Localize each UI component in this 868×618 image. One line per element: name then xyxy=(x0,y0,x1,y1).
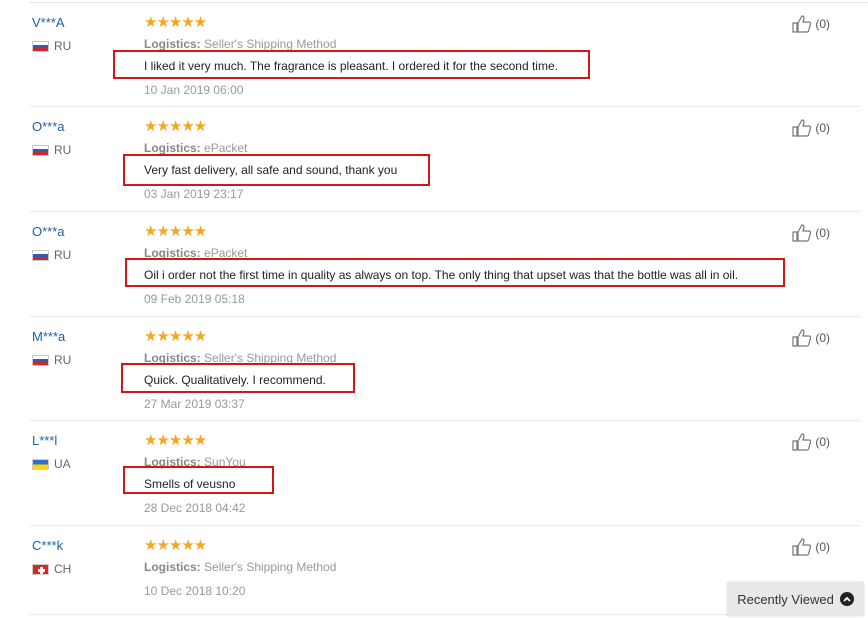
rating-stars: ★★★★★ xyxy=(144,328,207,345)
thumbs-up-icon xyxy=(792,119,812,137)
reviewer-name[interactable]: C***k xyxy=(32,538,63,553)
thumbs-up-icon xyxy=(792,15,812,33)
country-code: RU xyxy=(54,353,72,367)
reviewer-country: RU xyxy=(32,248,71,262)
helpful-count: (0) xyxy=(815,331,830,345)
logistics-label: Logistics: xyxy=(144,560,201,574)
ru-flag-icon xyxy=(32,249,49,261)
reviewer-country: RU xyxy=(32,353,71,367)
logistics-method: ePacket xyxy=(204,141,248,155)
helpful-count: (0) xyxy=(815,226,830,240)
ch-flag-icon xyxy=(32,563,49,575)
rating-stars: ★★★★★ xyxy=(144,537,207,554)
helpful-count: (0) xyxy=(815,435,830,449)
country-code: RU xyxy=(54,248,72,262)
reviewer-name[interactable]: O***a xyxy=(32,224,65,239)
review-date: 10 Dec 2018 10:20 xyxy=(144,584,246,598)
thumbs-up-icon xyxy=(792,329,812,347)
rating-stars: ★★★★★ xyxy=(144,14,207,31)
logistics-info: Logistics: Seller's Shipping Method xyxy=(144,560,336,574)
thumbs-up-icon xyxy=(792,538,812,556)
helpful-count: (0) xyxy=(815,17,830,31)
logistics-method: Seller's Shipping Method xyxy=(204,560,337,574)
review-date: 03 Jan 2019 23:17 xyxy=(144,187,244,201)
helpful-button[interactable]: (0) xyxy=(792,329,830,347)
ru-flag-icon xyxy=(32,354,49,366)
reviewer-country: RU xyxy=(32,39,71,53)
reviewer-country: RU xyxy=(32,143,71,157)
recently-viewed-button[interactable]: Recently Viewed xyxy=(727,582,864,616)
logistics-method: Seller's Shipping Method xyxy=(204,37,337,51)
logistics-info: Logistics: ePacket xyxy=(144,141,247,155)
highlight-box xyxy=(123,154,430,186)
logistics-label: Logistics: xyxy=(144,141,201,155)
reviewer-name[interactable]: M***a xyxy=(32,329,65,344)
highlight-box xyxy=(113,50,590,79)
country-code: RU xyxy=(54,39,72,53)
reviewer-country: UA xyxy=(32,457,71,471)
rating-stars: ★★★★★ xyxy=(144,118,207,135)
helpful-button[interactable]: (0) xyxy=(792,433,830,451)
reviewer-name[interactable]: L***l xyxy=(32,433,57,448)
chevron-up-circle-icon xyxy=(839,592,854,606)
recently-viewed-label: Recently Viewed xyxy=(737,591,834,607)
helpful-button[interactable]: (0) xyxy=(792,119,830,137)
helpful-button[interactable]: (0) xyxy=(792,224,830,242)
reviewer-name[interactable]: V***A xyxy=(32,15,65,30)
highlight-box xyxy=(125,258,785,287)
review-date: 27 Mar 2019 03:37 xyxy=(144,397,245,411)
country-code: UA xyxy=(54,457,71,471)
ru-flag-icon xyxy=(32,144,49,156)
thumbs-up-icon xyxy=(792,224,812,242)
reviewer-name[interactable]: O***a xyxy=(32,119,65,134)
helpful-count: (0) xyxy=(815,540,830,554)
review-date: 28 Dec 2018 04:42 xyxy=(144,501,246,515)
country-code: RU xyxy=(54,143,72,157)
ua-flag-icon xyxy=(32,458,49,470)
helpful-button[interactable]: (0) xyxy=(792,538,830,556)
rating-stars: ★★★★★ xyxy=(144,223,207,240)
helpful-button[interactable]: (0) xyxy=(792,15,830,33)
helpful-count: (0) xyxy=(815,121,830,135)
thumbs-up-icon xyxy=(792,433,812,451)
review-date: 10 Jan 2019 06:00 xyxy=(144,83,244,97)
highlight-box xyxy=(123,466,274,494)
review-date: 09 Feb 2019 05:18 xyxy=(144,292,245,306)
logistics-label: Logistics: xyxy=(144,37,201,51)
highlight-box xyxy=(121,363,355,393)
logistics-info: Logistics: Seller's Shipping Method xyxy=(144,37,336,51)
rating-stars: ★★★★★ xyxy=(144,432,207,449)
country-code: CH xyxy=(54,562,72,576)
reviewer-country: CH xyxy=(32,562,71,576)
ru-flag-icon xyxy=(32,40,49,52)
